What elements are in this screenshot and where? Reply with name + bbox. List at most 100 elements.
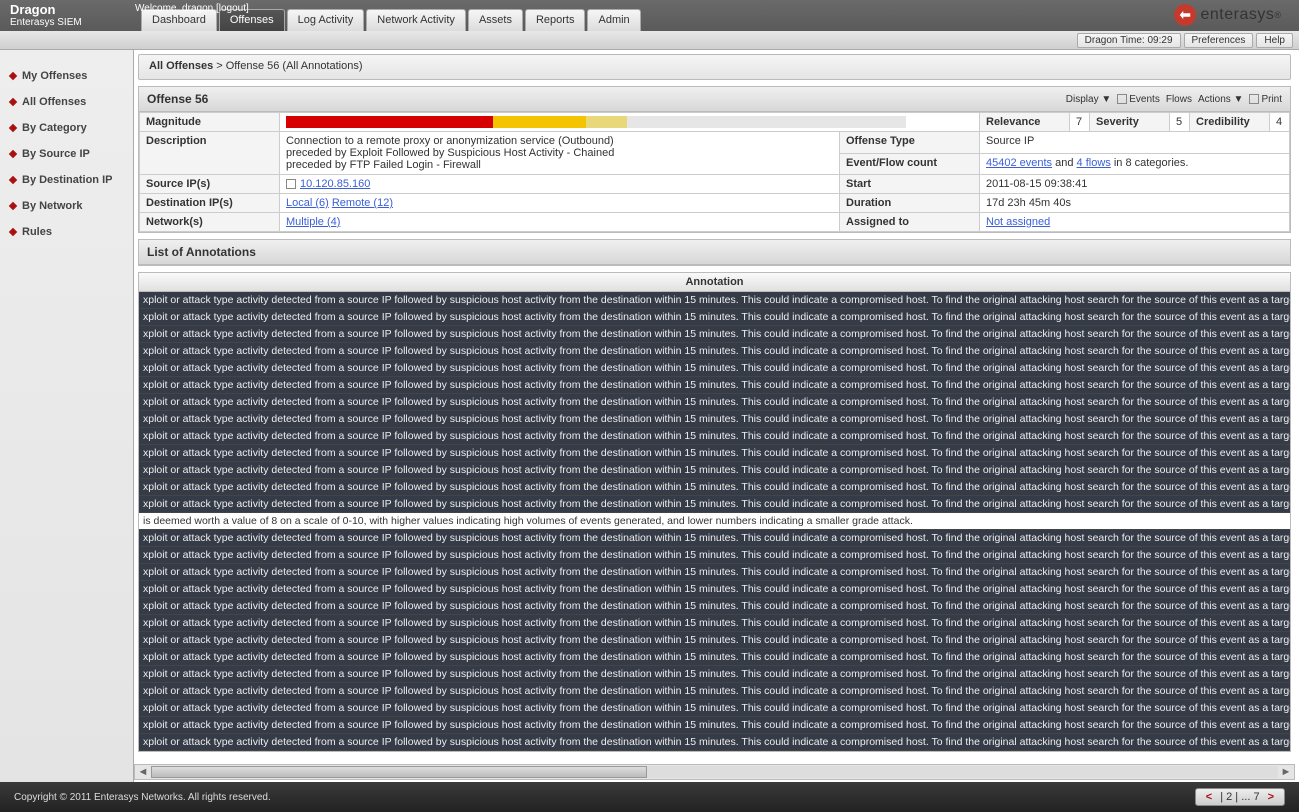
annotation-row[interactable]: xploit or attack type activity detected … bbox=[139, 717, 1290, 734]
duration-label: Duration bbox=[840, 194, 980, 213]
display-menu[interactable]: Display ▼ bbox=[1066, 94, 1111, 105]
sidebar-item-by-destination-ip[interactable]: By Destination IP bbox=[0, 170, 133, 190]
tab-log-activity[interactable]: Log Activity bbox=[287, 9, 365, 31]
relevance-label: Relevance bbox=[980, 113, 1070, 132]
dragon-time: Dragon Time: 09:29 bbox=[1077, 33, 1181, 48]
annotation-row[interactable]: xploit or attack type activity detected … bbox=[139, 547, 1290, 564]
annotation-row[interactable]: xploit or attack type activity detected … bbox=[139, 479, 1290, 496]
tab-network-activity[interactable]: Network Activity bbox=[366, 9, 466, 31]
sidebar: My Offenses All Offenses By Category By … bbox=[0, 50, 134, 782]
logo-text: enterasys bbox=[1200, 6, 1274, 24]
annotation-row[interactable]: xploit or attack type activity detected … bbox=[139, 666, 1290, 683]
tab-assets[interactable]: Assets bbox=[468, 9, 523, 31]
sidebar-item-all-offenses[interactable]: All Offenses bbox=[0, 92, 133, 112]
annotation-row[interactable]: xploit or attack type activity detected … bbox=[139, 649, 1290, 666]
page-prev[interactable]: < bbox=[1206, 791, 1212, 803]
copyright-text: Copyright © 2011 Enterasys Networks. All… bbox=[14, 792, 271, 803]
breadcrumb-root[interactable]: All Offenses bbox=[149, 60, 213, 72]
annotations-list[interactable]: Annotation xploit or attack type activit… bbox=[138, 272, 1291, 752]
diamond-icon bbox=[9, 176, 17, 184]
footer: Copyright © 2011 Enterasys Networks. All… bbox=[0, 782, 1299, 812]
scroll-right-icon[interactable]: ► bbox=[1278, 766, 1294, 778]
annotation-row[interactable]: xploit or attack type activity detected … bbox=[139, 700, 1290, 717]
diamond-icon bbox=[9, 124, 17, 132]
dest-remote-link[interactable]: Remote (12) bbox=[332, 197, 393, 209]
annotation-row[interactable]: xploit or attack type activity detected … bbox=[139, 564, 1290, 581]
scroll-left-icon[interactable]: ◄ bbox=[135, 766, 151, 778]
offense-header: Offense 56 Display ▼ Events Flows Action… bbox=[139, 87, 1290, 112]
diamond-icon bbox=[9, 150, 17, 158]
actions-menu[interactable]: Actions ▼ bbox=[1198, 94, 1243, 105]
events-link[interactable]: 45402 events bbox=[986, 157, 1052, 169]
annotations-panel: List of Annotations bbox=[138, 239, 1291, 266]
destination-ip-label: Destination IP(s) bbox=[140, 194, 280, 213]
sidebar-item-my-offenses[interactable]: My Offenses bbox=[0, 66, 133, 86]
assigned-link[interactable]: Not assigned bbox=[986, 216, 1050, 228]
events-button[interactable]: Events bbox=[1117, 94, 1160, 105]
offense-panel: Offense 56 Display ▼ Events Flows Action… bbox=[138, 86, 1291, 233]
diamond-icon bbox=[9, 228, 17, 236]
networks-link[interactable]: Multiple (4) bbox=[286, 216, 340, 228]
annotation-row[interactable]: xploit or attack type activity detected … bbox=[139, 615, 1290, 632]
annotation-row[interactable]: xploit or attack type activity detected … bbox=[139, 530, 1290, 547]
source-ip-link[interactable]: 10.120.85.160 bbox=[300, 178, 370, 190]
scroll-thumb[interactable] bbox=[151, 766, 647, 778]
start-label: Start bbox=[840, 175, 980, 194]
eventflow-label: Event/Flow count bbox=[840, 153, 980, 175]
sub-toolbar: Dragon Time: 09:29 Preferences Help bbox=[0, 31, 1299, 50]
destination-ip-value: Local (6) Remote (12) bbox=[280, 194, 840, 213]
tab-reports[interactable]: Reports bbox=[525, 9, 586, 31]
help-button[interactable]: Help bbox=[1256, 33, 1293, 48]
page-indicator: | 2 | ... 7 bbox=[1220, 791, 1259, 803]
annotation-row[interactable]: xploit or attack type activity detected … bbox=[139, 632, 1290, 649]
annotation-row[interactable]: xploit or attack type activity detected … bbox=[139, 326, 1290, 343]
flows-link[interactable]: 4 flows bbox=[1077, 157, 1111, 169]
annotation-column-header: Annotation bbox=[139, 273, 1290, 292]
annotation-row[interactable]: xploit or attack type activity detected … bbox=[139, 734, 1290, 751]
preferences-button[interactable]: Preferences bbox=[1184, 33, 1254, 48]
annotation-row[interactable]: xploit or attack type activity detected … bbox=[139, 411, 1290, 428]
description-value: Connection to a remote proxy or anonymiz… bbox=[280, 132, 840, 175]
page-next[interactable]: > bbox=[1268, 791, 1274, 803]
relevance-value: 7 bbox=[1070, 113, 1090, 132]
dest-local-link[interactable]: Local (6) bbox=[286, 197, 329, 209]
main-content: All Offenses > Offense 56 (All Annotatio… bbox=[134, 50, 1295, 782]
sidebar-item-by-source-ip[interactable]: By Source IP bbox=[0, 144, 133, 164]
annotation-row[interactable]: xploit or attack type activity detected … bbox=[139, 309, 1290, 326]
breadcrumb-leaf: Offense 56 (All Annotations) bbox=[226, 60, 363, 72]
annotation-row[interactable]: xploit or attack type activity detected … bbox=[139, 751, 1290, 752]
annotation-row[interactable]: xploit or attack type activity detected … bbox=[139, 462, 1290, 479]
vendor-logo: enterasys® bbox=[1174, 4, 1281, 26]
annotation-row[interactable]: xploit or attack type activity detected … bbox=[139, 445, 1290, 462]
sidebar-item-by-network[interactable]: By Network bbox=[0, 196, 133, 216]
annotation-row[interactable]: xploit or attack type activity detected … bbox=[139, 683, 1290, 700]
sidebar-item-rules[interactable]: Rules bbox=[0, 222, 133, 242]
flows-button[interactable]: Flows bbox=[1166, 94, 1192, 105]
sidebar-item-by-category[interactable]: By Category bbox=[0, 118, 133, 138]
print-icon bbox=[1249, 94, 1259, 104]
annotation-row[interactable]: xploit or attack type activity detected … bbox=[139, 343, 1290, 360]
tab-admin[interactable]: Admin bbox=[587, 9, 640, 31]
scroll-track[interactable] bbox=[151, 766, 1278, 778]
annotation-row[interactable]: xploit or attack type activity detected … bbox=[139, 496, 1290, 513]
annotation-row[interactable]: xploit or attack type activity detected … bbox=[139, 598, 1290, 615]
annotations-title: List of Annotations bbox=[139, 240, 1290, 265]
severity-value: 5 bbox=[1170, 113, 1190, 132]
annotation-row[interactable]: xploit or attack type activity detected … bbox=[139, 377, 1290, 394]
logout-link[interactable]: [logout] bbox=[216, 3, 249, 14]
annotation-row[interactable]: xploit or attack type activity detected … bbox=[139, 394, 1290, 411]
duration-value: 17d 23h 45m 40s bbox=[980, 194, 1290, 213]
horizontal-scrollbar[interactable]: ◄ ► bbox=[134, 764, 1295, 780]
annotation-row[interactable]: xploit or attack type activity detected … bbox=[139, 360, 1290, 377]
annotation-row[interactable]: xploit or attack type activity detected … bbox=[139, 292, 1290, 309]
annotation-row[interactable]: is deemed worth a value of 8 on a scale … bbox=[139, 513, 1290, 530]
eventflow-value: 45402 events and 4 flows in 8 categories… bbox=[980, 153, 1290, 175]
start-value: 2011-08-15 09:38:41 bbox=[980, 175, 1290, 194]
annotation-row[interactable]: xploit or attack type activity detected … bbox=[139, 428, 1290, 445]
breadcrumb: All Offenses > Offense 56 (All Annotatio… bbox=[138, 54, 1291, 80]
offense-title: Offense 56 bbox=[147, 92, 208, 106]
annotation-row[interactable]: xploit or attack type activity detected … bbox=[139, 581, 1290, 598]
offense-type-value: Source IP bbox=[980, 132, 1290, 154]
print-button[interactable]: Print bbox=[1249, 94, 1282, 105]
credibility-value: 4 bbox=[1270, 113, 1290, 132]
